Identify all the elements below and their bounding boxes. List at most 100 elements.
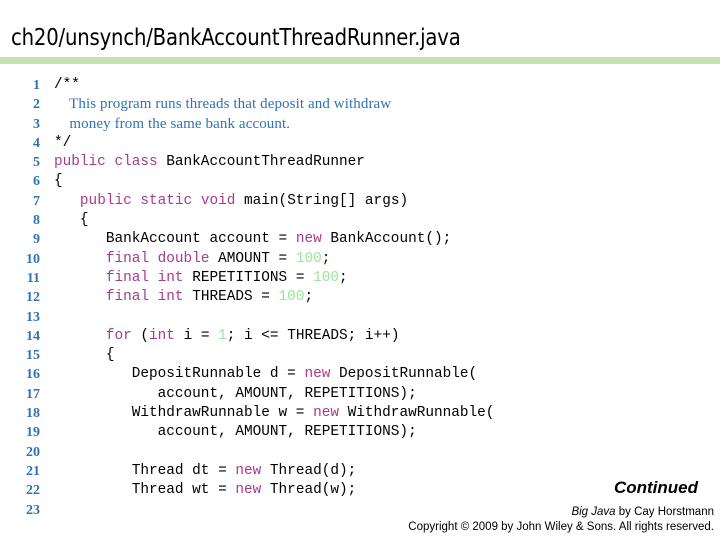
code-text: DepositRunnable d = new DepositRunnable( bbox=[54, 365, 477, 384]
code-token: new bbox=[295, 231, 331, 248]
line-number: 8 bbox=[33, 213, 40, 229]
code-line: 8 { bbox=[0, 211, 720, 230]
line-number: 2 bbox=[33, 97, 40, 113]
code-line: 14 for (int i = 1; i <= THREADS; i++) bbox=[0, 327, 720, 346]
line-number: 12 bbox=[26, 290, 40, 306]
code-text: This program runs threads that deposit a… bbox=[54, 95, 391, 114]
code-text: for (int i = 1; i <= THREADS; i++) bbox=[54, 327, 400, 346]
code-token: ; i <= THREADS; i++) bbox=[226, 327, 400, 344]
code-text: final int THREADS = 100; bbox=[54, 288, 313, 307]
line-number: 19 bbox=[26, 425, 40, 441]
code-token: final double bbox=[105, 250, 219, 267]
code-token: { bbox=[54, 347, 115, 364]
line-number: 1 bbox=[33, 78, 40, 93]
line-number: 11 bbox=[26, 270, 40, 286]
code-text: /** bbox=[54, 76, 80, 95]
line-number: 6 bbox=[33, 174, 40, 190]
code-token: This program runs threads that deposit a… bbox=[54, 96, 392, 113]
code-token: ; bbox=[321, 250, 331, 267]
code-line: 17 account, AMOUNT, REPETITIONS); bbox=[0, 385, 720, 404]
code-text: account, AMOUNT, REPETITIONS); bbox=[54, 385, 417, 404]
code-text: public static void main(String[] args) bbox=[54, 192, 408, 211]
code-token: THREADS = bbox=[192, 289, 279, 306]
code-token: DepositRunnable d = bbox=[54, 366, 305, 383]
line-number: 14 bbox=[26, 328, 40, 344]
code-line: 18 WithdrawRunnable w = new WithdrawRunn… bbox=[0, 404, 720, 423]
code-token: ; bbox=[339, 269, 348, 286]
footer-copyright: Copyright © 2009 by John Wiley & Sons. A… bbox=[408, 521, 714, 533]
code-token: new bbox=[313, 405, 348, 422]
code-token: /** bbox=[54, 77, 80, 93]
code-token: account, AMOUNT, REPETITIONS); bbox=[54, 385, 417, 402]
code-token: WithdrawRunnable w = bbox=[54, 405, 314, 422]
code-text: money from the same bank account. bbox=[54, 115, 290, 134]
book-title: Big Java bbox=[571, 506, 616, 518]
code-line: 21 Thread dt = new Thread(d); bbox=[0, 462, 720, 481]
line-number: 23 bbox=[26, 502, 40, 518]
code-text: { bbox=[54, 172, 63, 191]
code-token: 1 bbox=[218, 327, 227, 344]
line-number: 5 bbox=[33, 155, 40, 171]
code-token: */ bbox=[54, 134, 72, 151]
line-number: 3 bbox=[33, 116, 40, 132]
line-number: 22 bbox=[26, 483, 40, 499]
slide-header: ch20/unsynch/BankAccountThreadRunner.jav… bbox=[0, 0, 720, 64]
line-number: 13 bbox=[26, 309, 40, 325]
line-number: 18 bbox=[26, 406, 40, 422]
code-text: account, AMOUNT, REPETITIONS); bbox=[54, 423, 417, 442]
code-token: Thread wt = bbox=[54, 482, 236, 499]
code-token: new bbox=[304, 366, 339, 383]
code-line: 10 final double AMOUNT = 100; bbox=[0, 250, 720, 269]
code-token: i = bbox=[183, 327, 219, 344]
code-text: WithdrawRunnable w = new WithdrawRunnabl… bbox=[54, 404, 495, 423]
code-token: Thread dt = bbox=[54, 462, 236, 479]
page-title: ch20/unsynch/BankAccountThreadRunner.jav… bbox=[11, 23, 461, 51]
code-text: public class BankAccountThreadRunner bbox=[54, 153, 365, 172]
code-token: Thread(w); bbox=[269, 482, 357, 499]
code-token: new bbox=[235, 462, 270, 479]
code-token: ; bbox=[304, 289, 314, 306]
code-listing: 1 /** 2 This program runs threads that dep… bbox=[0, 76, 720, 520]
code-token: 100 bbox=[295, 250, 322, 267]
code-line: 2 This program runs threads that deposit… bbox=[0, 95, 720, 114]
code-token: DepositRunnable( bbox=[339, 366, 478, 383]
code-text: final int REPETITIONS = 100; bbox=[54, 269, 348, 288]
line-number: 15 bbox=[26, 348, 40, 364]
book-author: by Cay Horstmann bbox=[615, 506, 714, 518]
line-number: 21 bbox=[26, 463, 40, 479]
code-token: BankAccountThreadRunner bbox=[166, 154, 365, 171]
code-text: Thread dt = new Thread(d); bbox=[54, 462, 357, 481]
code-line: 11 final int REPETITIONS = 100; bbox=[0, 269, 720, 288]
code-token: public static void bbox=[79, 192, 245, 209]
code-line: 9 BankAccount account = new BankAccount(… bbox=[0, 230, 720, 249]
code-token: money from the same bank account. bbox=[54, 115, 291, 132]
code-text: */ bbox=[54, 134, 71, 153]
code-line: 22 Thread wt = new Thread(w); bbox=[0, 481, 720, 500]
code-text: final double AMOUNT = 100; bbox=[54, 250, 331, 269]
line-number: 16 bbox=[26, 367, 40, 383]
code-line: 13 bbox=[0, 308, 720, 327]
code-token: { bbox=[54, 173, 63, 190]
line-number: 10 bbox=[26, 251, 40, 267]
code-line: 1 /** bbox=[0, 76, 720, 95]
code-token: Thread(d); bbox=[269, 462, 357, 479]
code-text: BankAccount account = new BankAccount(); bbox=[54, 230, 451, 249]
code-token: BankAccount(); bbox=[330, 231, 452, 248]
code-line: 16 DepositRunnable d = new DepositRunnab… bbox=[0, 365, 720, 384]
code-token: BankAccount account = bbox=[54, 231, 296, 248]
code-token: int bbox=[149, 327, 184, 344]
code-line: 15 { bbox=[0, 346, 720, 365]
code-line: 20 bbox=[0, 443, 720, 462]
line-number: 7 bbox=[33, 193, 40, 209]
code-token: account, AMOUNT, REPETITIONS); bbox=[54, 424, 417, 441]
code-line: 19 account, AMOUNT, REPETITIONS); bbox=[0, 423, 720, 442]
footer-credit: Big Java by Cay Horstmann bbox=[571, 506, 714, 518]
line-number: 4 bbox=[33, 135, 40, 151]
code-text: Thread wt = new Thread(w); bbox=[54, 481, 357, 500]
continued-label: Continued bbox=[613, 478, 698, 497]
